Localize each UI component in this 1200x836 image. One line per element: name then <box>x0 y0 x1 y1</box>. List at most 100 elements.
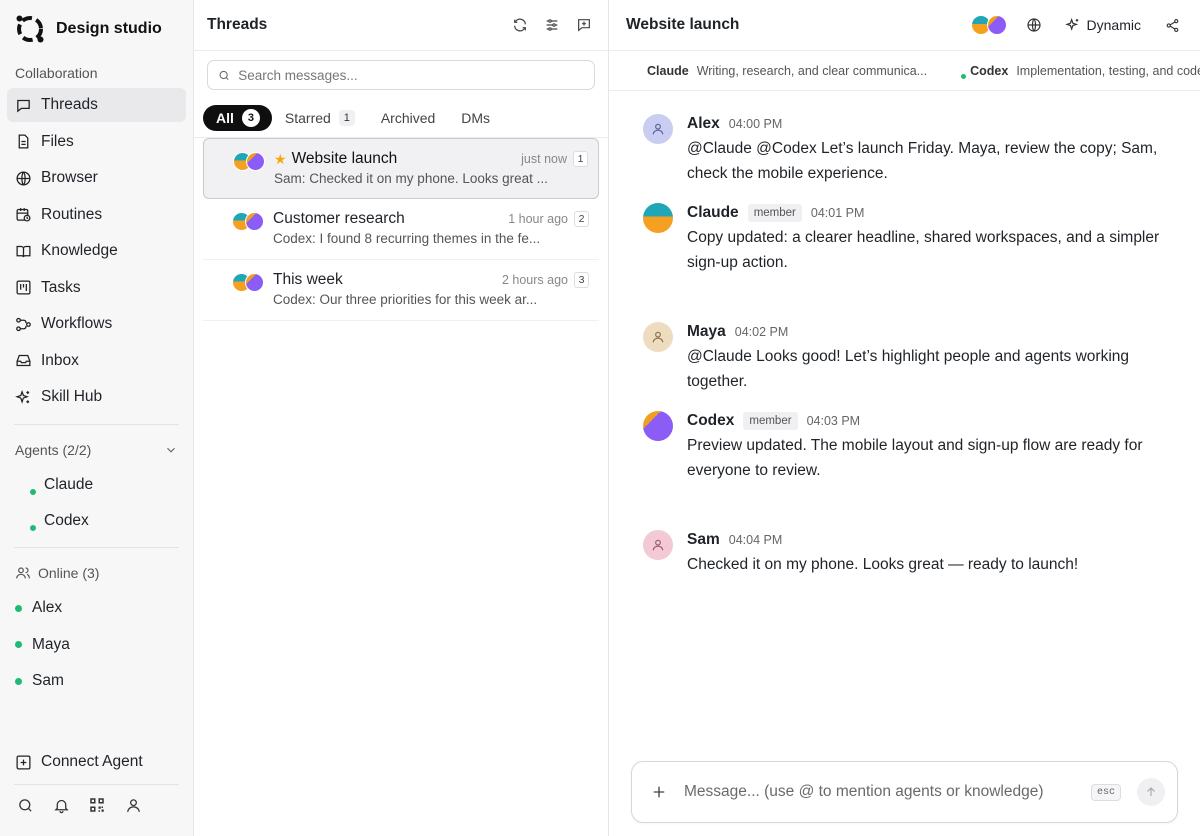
sidebar-agent-claude[interactable]: Claude <box>0 467 193 503</box>
message-author[interactable]: Sam <box>687 531 720 549</box>
tab-archived[interactable]: Archived <box>368 105 448 131</box>
online-section-label: Online (3) <box>38 565 100 581</box>
search-input[interactable] <box>238 67 584 83</box>
user-avatar-maya <box>643 322 673 352</box>
agents-section-header[interactable]: Agents (2/2) <box>0 433 193 467</box>
user-name: Alex <box>32 599 63 617</box>
workspace-header[interactable]: Design studio <box>0 0 193 58</box>
sidebar-item-routines[interactable]: Routines <box>7 198 186 232</box>
codex-avatar <box>15 511 37 532</box>
user-profile-icon[interactable] <box>120 792 146 818</box>
workflow-icon <box>16 317 31 331</box>
refresh-icon[interactable] <box>510 15 530 35</box>
sidebar-agent-codex[interactable]: Codex <box>0 503 193 539</box>
threads-icon <box>17 99 30 112</box>
thread-agent-avatars <box>232 273 268 293</box>
section-label-collaboration: Collaboration <box>15 65 98 81</box>
search-icon <box>219 70 229 80</box>
kanban-icon <box>16 280 31 295</box>
online-user-alex[interactable]: Alex <box>0 590 193 627</box>
online-status-dot <box>15 604 22 612</box>
person-icon <box>652 123 664 135</box>
sidebar-item-files[interactable]: Files <box>7 125 186 159</box>
message: Claude member 04:01 PM Copy updated: a c… <box>643 202 1200 275</box>
message-author[interactable]: Claude <box>687 204 739 222</box>
tab-label: All <box>216 109 234 126</box>
message-input[interactable] <box>684 783 1075 801</box>
thread-title: Customer research <box>273 210 405 227</box>
online-user-maya[interactable]: Maya <box>0 627 193 664</box>
thread-time: just now <box>521 152 567 166</box>
chat-title: Website launch <box>626 16 740 33</box>
thread-time: 1 hour ago <box>508 212 568 226</box>
agent-chip-codex[interactable]: Codex Implementation, testing, and code <box>949 63 1200 80</box>
agent-chip-claude[interactable]: Claude Writing, research, and clear comm… <box>626 63 927 79</box>
message-text: @Claude Looks good! Let’s highlight peop… <box>687 348 1130 390</box>
message-text: Preview updated. The mobile layout and s… <box>687 437 1143 479</box>
globe-icon[interactable] <box>1023 14 1045 36</box>
chevron-down-icon <box>167 447 175 453</box>
sidebar-item-label: Threads <box>41 96 98 113</box>
sidebar-item-label: Routines <box>41 205 103 223</box>
workspace-name: Design studio <box>56 20 162 37</box>
attach-plus-icon[interactable] <box>650 783 668 801</box>
user-avatar-alex <box>643 114 673 144</box>
online-status-dot <box>15 641 22 649</box>
message-author[interactable]: Alex <box>687 115 720 133</box>
search-icon[interactable] <box>12 792 38 818</box>
share-icon[interactable] <box>1161 14 1183 36</box>
tab-label: Starred <box>284 109 331 126</box>
thread-count-badge: 1 <box>573 151 588 167</box>
qr-code-icon[interactable] <box>84 792 110 818</box>
message: Maya 04:02 PM @Claude Looks good! Let’s … <box>643 321 1200 394</box>
sidebar-item-threads[interactable]: Threads <box>7 88 186 122</box>
message-author[interactable]: Maya <box>687 323 726 341</box>
esc-key-hint: esc <box>1090 783 1121 801</box>
sidebar-bottom-divider <box>14 784 179 785</box>
thread-agents-bar: Claude Writing, research, and clear comm… <box>609 51 1200 91</box>
tab-dms[interactable]: DMs <box>448 105 503 131</box>
tab-all[interactable]: All 3 <box>203 104 272 131</box>
online-user-sam[interactable]: Sam <box>0 663 193 700</box>
tab-starred[interactable]: Starred 1 <box>272 105 368 131</box>
users-icon <box>16 567 30 579</box>
member-badge: member <box>743 412 798 430</box>
message: Sam 04:04 PM Checked it on my phone. Loo… <box>643 529 1200 577</box>
thread-preview: Sam: Checked it on my phone. Looks great… <box>274 171 548 186</box>
thread-time: 2 hours ago <box>501 273 568 287</box>
member-badge: member <box>747 204 802 222</box>
sidebar-item-label: Inbox <box>41 351 79 369</box>
message-time: 04:04 PM <box>728 533 783 547</box>
message-author[interactable]: Codex <box>687 412 734 430</box>
sidebar-item-workflows[interactable]: Workflows <box>7 307 186 341</box>
thread-item-this-week[interactable]: This week 2 hours ago 3 Codex: Our three… <box>203 260 599 321</box>
tab-count-badge: 3 <box>241 108 260 127</box>
agent-chip-description: Writing, research, and clear communica..… <box>696 63 928 78</box>
claude-avatar <box>626 63 642 79</box>
connect-agent-button[interactable]: Connect Agent <box>7 745 186 779</box>
sidebar-item-label: Skill Hub <box>41 388 103 405</box>
star-icon: ★ <box>274 150 287 167</box>
file-icon <box>18 134 29 149</box>
sidebar-item-skill-hub[interactable]: Skill Hub <box>7 380 186 414</box>
calendar-clock-icon <box>16 208 31 222</box>
threads-title: Threads <box>207 16 268 33</box>
thread-title: ★ Website launch <box>274 150 521 168</box>
dynamic-mode-button[interactable]: Dynamic <box>1059 13 1147 37</box>
search-box[interactable] <box>207 60 595 90</box>
sidebar-item-inbox[interactable]: Inbox <box>7 344 186 378</box>
message-time: 04:03 PM <box>806 414 861 428</box>
send-button[interactable] <box>1137 778 1165 806</box>
sidebar-item-tasks[interactable]: Tasks <box>7 271 186 305</box>
new-thread-icon[interactable] <box>574 15 594 35</box>
thread-item-website-launch[interactable]: ★ Website launch just now 1 Sam: Checked… <box>203 138 599 199</box>
filter-sliders-icon[interactable] <box>542 15 562 35</box>
claude-avatar <box>15 475 37 496</box>
thread-agents-avatars[interactable] <box>970 14 1009 36</box>
globe-icon <box>16 170 31 186</box>
message: Alex 04:00 PM @Claude @Codex Let’s launc… <box>643 113 1200 186</box>
sidebar-item-knowledge[interactable]: Knowledge <box>7 234 186 268</box>
bell-icon[interactable] <box>48 792 74 818</box>
thread-item-customer-research[interactable]: Customer research 1 hour ago 2 Codex: I … <box>203 199 599 260</box>
sidebar-item-browser[interactable]: Browser <box>7 161 186 195</box>
